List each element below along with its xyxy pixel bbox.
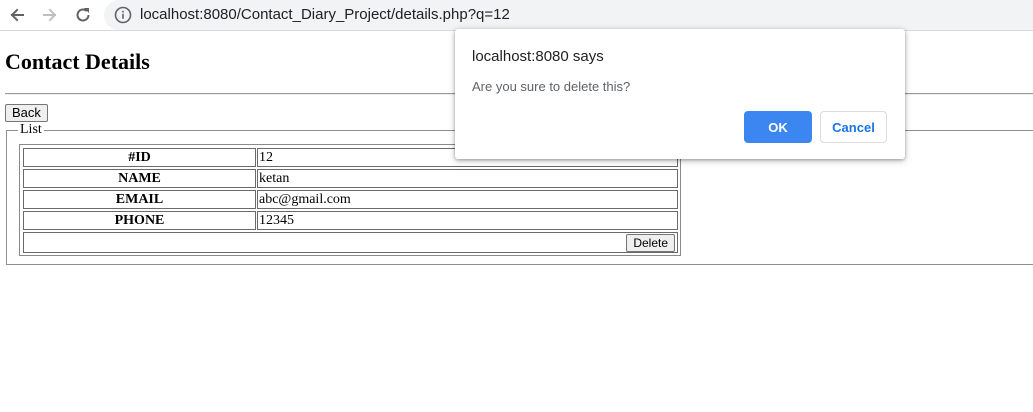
address-bar[interactable]: localhost:8080/Contact_Diary_Project/det…: [104, 0, 1033, 30]
url-text: localhost:8080/Contact_Diary_Project/det…: [140, 6, 510, 23]
row-key-name: NAME: [23, 169, 256, 188]
row-key-id: #ID: [23, 148, 256, 167]
info-icon[interactable]: [114, 6, 132, 24]
reload-icon[interactable]: [70, 3, 96, 27]
row-value-phone: 12345: [257, 211, 678, 230]
cancel-button[interactable]: Cancel: [820, 111, 887, 143]
page-title: Contact Details: [5, 49, 150, 74]
action-row: Delete: [23, 232, 678, 253]
browser-toolbar: localhost:8080/Contact_Diary_Project/det…: [0, 0, 1033, 31]
row-key-email: EMAIL: [23, 190, 256, 209]
row-value-email: abc@gmail.com: [257, 190, 678, 209]
ok-button[interactable]: OK: [744, 111, 812, 143]
row-value-name: ketan: [257, 169, 678, 188]
confirm-dialog: localhost:8080 says Are you sure to dele…: [455, 29, 905, 159]
dialog-origin: localhost:8080 says: [472, 48, 604, 65]
delete-button[interactable]: Delete: [626, 234, 675, 252]
back-button[interactable]: Back: [5, 104, 48, 122]
row-key-phone: PHONE: [23, 211, 256, 230]
details-table: #ID 12 NAME ketan EMAIL abc@gmail.com PH…: [19, 144, 681, 256]
fieldset-legend: List: [18, 122, 44, 137]
arrow-left-icon[interactable]: [4, 3, 30, 27]
dialog-message: Are you sure to delete this?: [472, 79, 631, 94]
arrow-right-icon[interactable]: [37, 3, 63, 27]
